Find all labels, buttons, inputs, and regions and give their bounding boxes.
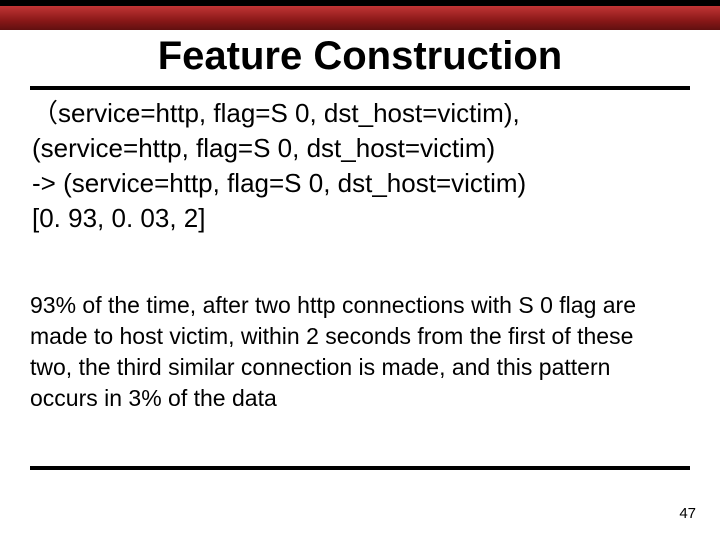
title-underline bbox=[30, 86, 690, 90]
rule-block: （service=http, flag=S 0, dst_host=victim… bbox=[32, 96, 672, 236]
header-gradient-bar bbox=[0, 6, 720, 30]
slide: Feature Construction （service=http, flag… bbox=[0, 0, 720, 540]
rule-line-2: (service=http, flag=S 0, dst_host=victim… bbox=[32, 131, 672, 166]
rule-line-3: -> (service=http, flag=S 0, dst_host=vic… bbox=[32, 166, 672, 201]
rule-line-4: [0. 93, 0. 03, 2] bbox=[32, 201, 672, 236]
slide-title: Feature Construction bbox=[0, 34, 720, 79]
bottom-rule bbox=[30, 466, 690, 470]
page-number: 47 bbox=[679, 505, 696, 522]
explanation-text: 93% of the time, after two http connecti… bbox=[30, 290, 670, 414]
rule-line-1: （service=http, flag=S 0, dst_host=victim… bbox=[32, 96, 672, 131]
